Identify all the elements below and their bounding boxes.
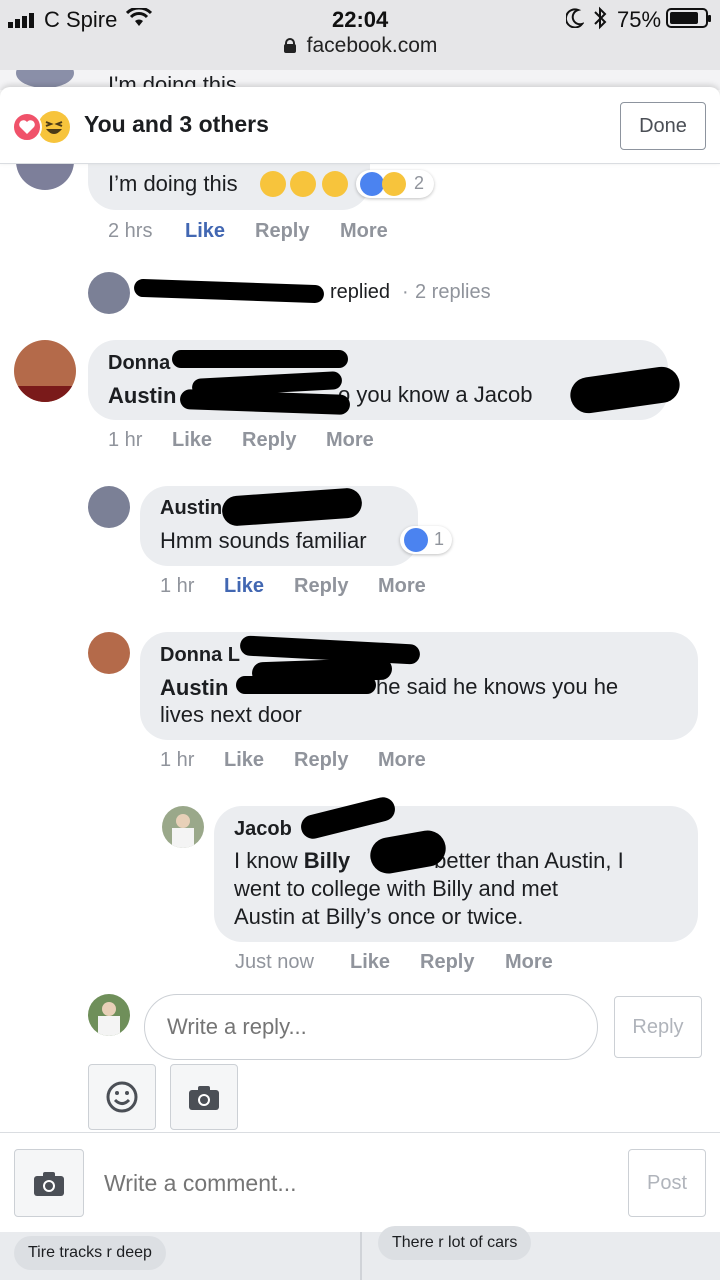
avatar[interactable]	[88, 486, 130, 528]
camera-icon	[189, 1086, 219, 1110]
wifi-icon	[125, 6, 153, 33]
comment-actions: Just now Like Reply More	[235, 951, 635, 977]
laughing-emoji-icon	[322, 171, 348, 197]
url-bar[interactable]: facebook.com	[0, 34, 720, 58]
reply-link[interactable]: Reply	[294, 749, 348, 772]
reply-link[interactable]: Reply	[294, 575, 348, 598]
status-bar: C Spire 22:04 75% facebook.com	[0, 0, 720, 70]
reactions-header: You and 3 others Done	[0, 87, 720, 164]
reply-button[interactable]: Reply	[614, 996, 702, 1058]
like-link[interactable]: Like	[224, 749, 264, 772]
author-name[interactable]: Jacob	[234, 818, 292, 841]
timestamp: 1 hr	[160, 749, 195, 771]
carrier-name: C Spire	[44, 7, 118, 32]
haha-icon	[38, 111, 70, 143]
comment-text: Austin at Billy’s once or twice.	[234, 904, 524, 929]
author-name[interactable]: Donna L	[160, 644, 240, 667]
timestamp: 2 hrs	[108, 220, 153, 242]
reactions-title: You and 3 others	[84, 111, 269, 137]
like-link[interactable]: Like	[350, 951, 390, 974]
battery-percent: 75%	[617, 7, 662, 32]
feed-comment-left[interactable]: Tire tracks r deep	[14, 1236, 166, 1270]
comment-actions: 2 hrs Like Reply More	[108, 220, 508, 246]
bluetooth-icon	[593, 6, 607, 35]
redaction	[172, 350, 348, 368]
photo-button[interactable]	[14, 1149, 84, 1217]
moon-icon	[564, 8, 585, 33]
comment-text: I’m doing this	[108, 171, 238, 196]
reply-input[interactable]	[144, 994, 598, 1060]
more-link[interactable]: More	[340, 220, 388, 243]
photo-button[interactable]	[170, 1064, 238, 1130]
redaction	[133, 278, 325, 304]
timestamp: 1 hr	[160, 575, 195, 597]
comment-input[interactable]	[92, 1149, 612, 1217]
smiley-icon	[106, 1081, 138, 1113]
avatar[interactable]	[14, 340, 76, 402]
comment-actions: 1 hr Like Reply More	[108, 429, 508, 455]
avatar[interactable]	[88, 632, 130, 674]
redaction	[236, 676, 376, 694]
haha-icon	[382, 172, 406, 196]
more-link[interactable]: More	[326, 429, 374, 452]
comment-bubble[interactable]: Jacob I know Billy better than Austin, I …	[214, 806, 698, 942]
comment-text: o you know a Jacob	[338, 382, 533, 407]
like-icon	[404, 528, 428, 552]
comment-actions: 1 hr Like Reply More	[160, 749, 560, 775]
like-link[interactable]: Like	[224, 575, 264, 598]
laughing-emoji-icon	[260, 171, 286, 197]
battery-icon	[666, 8, 711, 28]
more-link[interactable]: More	[378, 749, 426, 772]
reaction-badge[interactable]: 1	[400, 526, 452, 554]
reply-link[interactable]: Reply	[242, 429, 296, 452]
mention[interactable]: Austin	[160, 675, 228, 701]
signal-icon	[8, 12, 40, 28]
like-link[interactable]: Like	[172, 429, 212, 452]
comment-bubble[interactable]: Donna L Austin he said he knows you he l…	[140, 632, 698, 740]
comment-text: he said he knows you he	[376, 674, 619, 699]
mention[interactable]: Austin	[108, 383, 176, 409]
laughing-emoji-icon	[290, 171, 316, 197]
comment-text: Hmm sounds familiar	[160, 528, 367, 553]
reply-link[interactable]: Reply	[255, 220, 309, 243]
reply-link[interactable]: Reply	[420, 951, 474, 974]
replies-label[interactable]: replied	[330, 281, 390, 304]
reaction-badge[interactable]: 2	[356, 170, 434, 198]
author-name[interactable]: Austin	[160, 497, 222, 520]
avatar	[88, 994, 130, 1036]
clock: 22:04	[332, 7, 389, 32]
avatar[interactable]	[162, 806, 204, 848]
like-icon	[360, 172, 384, 196]
replies-count[interactable]: 2 replies	[415, 281, 491, 304]
author-name[interactable]: Donna	[108, 352, 170, 375]
post-button[interactable]: Post	[628, 1149, 706, 1217]
avatar[interactable]	[88, 272, 130, 314]
more-link[interactable]: More	[505, 951, 553, 974]
comment-text: went to college with Billy and met	[234, 876, 559, 901]
timestamp: Just now	[235, 951, 314, 973]
like-link[interactable]: Like	[185, 220, 225, 243]
comment-text: lives next door	[160, 702, 302, 727]
comment-actions: 1 hr Like Reply More	[160, 575, 560, 601]
emoji-button[interactable]	[88, 1064, 156, 1130]
feed-comment-right[interactable]: There r lot of cars	[378, 1226, 532, 1260]
feed-preview: Tire tracks r deep There r lot of cars	[0, 1226, 720, 1280]
love-icon	[12, 112, 42, 142]
more-link[interactable]: More	[378, 575, 426, 598]
timestamp: 1 hr	[108, 429, 143, 451]
comment-composer: Post	[0, 1132, 720, 1232]
done-button[interactable]: Done	[620, 102, 706, 150]
camera-icon	[34, 1172, 64, 1196]
